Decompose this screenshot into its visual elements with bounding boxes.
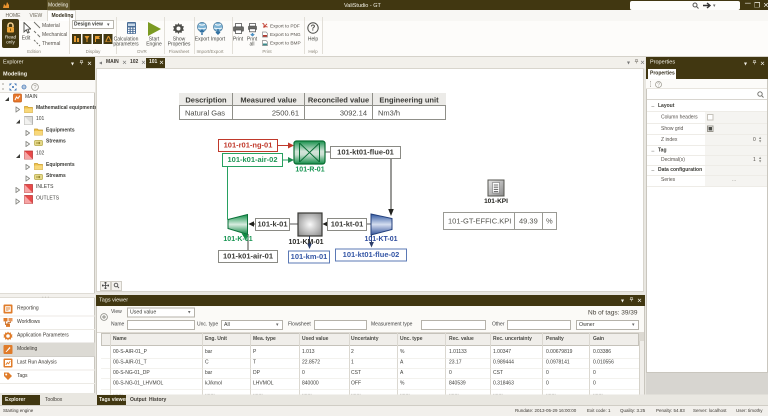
svg-text:?: ? bbox=[657, 83, 660, 89]
svg-text:?: ? bbox=[311, 24, 316, 33]
svg-text:?: ? bbox=[33, 85, 36, 91]
